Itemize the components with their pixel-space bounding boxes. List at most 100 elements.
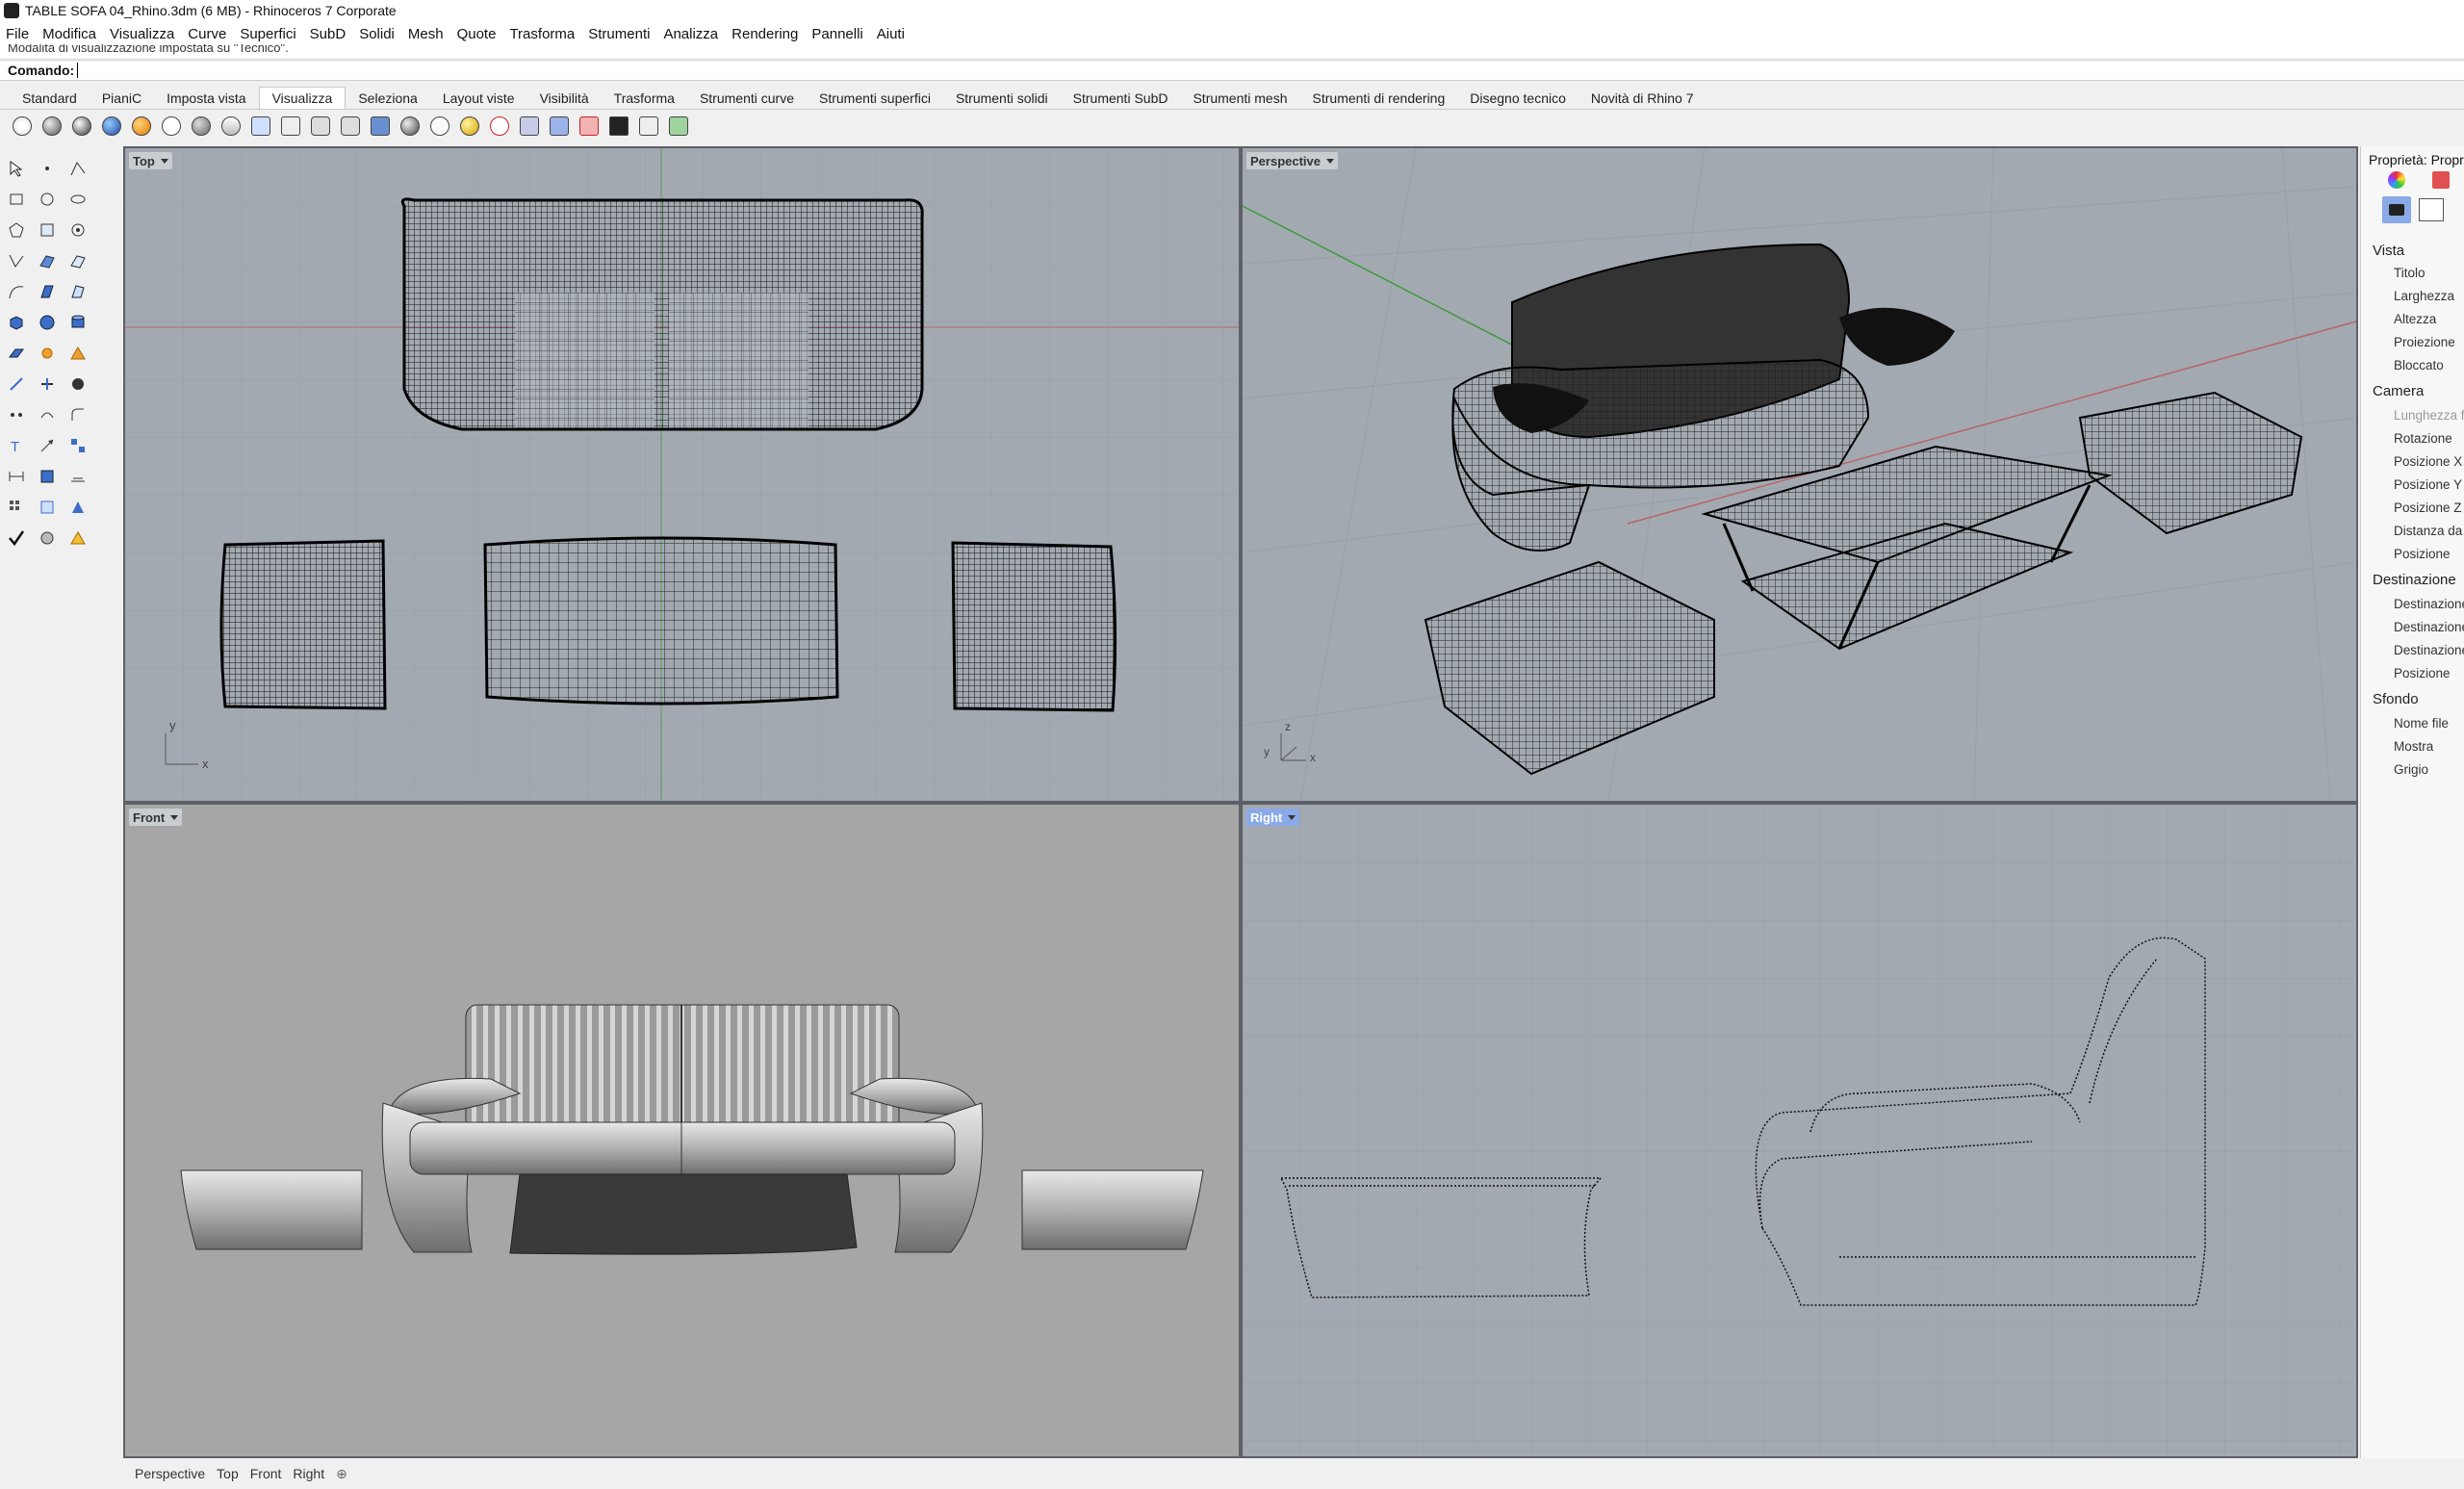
move-icon[interactable] — [35, 433, 60, 458]
analyze-icon[interactable] — [65, 495, 90, 520]
menu-aiuti[interactable]: Aiuti — [877, 26, 905, 42]
viewport-label-right[interactable]: Right — [1246, 809, 1300, 826]
color-wheel-icon[interactable] — [2388, 171, 2405, 189]
menu-quote[interactable]: Quote — [457, 26, 497, 42]
shaded-object-icon[interactable] — [398, 114, 423, 139]
rebuild-icon[interactable] — [35, 402, 60, 427]
render-preview-icon[interactable] — [248, 114, 273, 139]
technical-mode-icon[interactable] — [159, 114, 184, 139]
tab-disegno-tecnico[interactable]: Disegno tecnico — [1457, 88, 1578, 109]
viewport-front[interactable]: Front — [125, 805, 1239, 1456]
split-icon[interactable] — [35, 372, 60, 397]
render-icon[interactable] — [35, 526, 60, 551]
display-options-icon[interactable] — [666, 114, 691, 139]
menu-trasforma[interactable]: Trasforma — [509, 26, 575, 42]
section-vista[interactable]: Vista — [2373, 243, 2404, 259]
sphere-solid-icon[interactable] — [35, 310, 60, 335]
ellipse-icon[interactable] — [65, 187, 90, 212]
text-icon[interactable]: T — [4, 433, 29, 458]
artistic-mode-icon[interactable] — [189, 114, 214, 139]
viewport-box-icon[interactable] — [636, 114, 661, 139]
curve-tools-icon[interactable] — [65, 218, 90, 243]
polyline-tool-icon[interactable] — [4, 248, 29, 273]
menu-analizza[interactable]: Analizza — [663, 26, 718, 42]
polygon-icon[interactable] — [4, 218, 29, 243]
tab-visibilita[interactable]: Visibilità — [527, 88, 602, 109]
tab-strumenti-rendering[interactable]: Strumenti di rendering — [1300, 88, 1458, 109]
transform-icon[interactable] — [35, 495, 60, 520]
menu-pannelli[interactable]: Pannelli — [811, 26, 862, 42]
section-camera[interactable]: Camera — [2373, 383, 2424, 399]
tab-strumenti-solidi[interactable]: Strumenti solidi — [943, 88, 1061, 109]
menu-subd[interactable]: SubD — [310, 26, 346, 42]
rectangle-icon[interactable] — [4, 187, 29, 212]
loft-icon[interactable] — [35, 279, 60, 304]
curve-icon[interactable] — [4, 279, 29, 304]
menu-curve[interactable]: Curve — [188, 26, 226, 42]
command-line[interactable]: Comando: — [0, 60, 2464, 81]
tab-visualizza[interactable]: Visualizza — [258, 87, 346, 109]
tab-strumenti-superfici[interactable]: Strumenti superfici — [807, 88, 943, 109]
array-icon[interactable] — [65, 433, 90, 458]
viewport-tab-top[interactable]: Top — [217, 1466, 239, 1481]
menu-mesh[interactable]: Mesh — [408, 26, 444, 42]
menu-solidi[interactable]: Solidi — [359, 26, 395, 42]
monitor-icon[interactable] — [606, 114, 631, 139]
viewport-label-top[interactable]: Top — [129, 152, 172, 169]
viewport-tab-front[interactable]: Front — [250, 1466, 282, 1481]
tab-strumenti-subd[interactable]: Strumenti SubD — [1061, 88, 1181, 109]
mesh-icon[interactable] — [35, 464, 60, 489]
tab-seleziona[interactable]: Seleziona — [346, 88, 430, 109]
xray-mode-icon[interactable] — [129, 114, 154, 139]
join-icon[interactable] — [65, 372, 90, 397]
polyline-icon[interactable] — [65, 156, 90, 181]
viewport-right[interactable]: Right — [1243, 805, 2356, 1456]
tab-novita-rhino-7[interactable]: Novità di Rhino 7 — [1578, 88, 1707, 109]
viewport-perspective[interactable]: z y x Perspective — [1243, 148, 2356, 801]
tab-trasforma[interactable]: Trasforma — [602, 88, 687, 109]
material-tab-icon[interactable] — [2432, 171, 2450, 189]
menu-strumenti[interactable]: Strumenti — [588, 26, 650, 42]
fillet-icon[interactable] — [65, 402, 90, 427]
light-icon[interactable] — [457, 114, 482, 139]
ghosted-mode-icon[interactable] — [99, 114, 124, 139]
target-icon[interactable] — [487, 114, 512, 139]
viewport-tab-icon[interactable] — [2419, 198, 2444, 221]
command-input-caret[interactable] — [77, 63, 79, 78]
section-destinazione[interactable]: Destinazione — [2373, 572, 2456, 588]
rendered-mode-icon[interactable] — [69, 114, 94, 139]
menu-superfici[interactable]: Superfici — [240, 26, 295, 42]
drafting-icon[interactable] — [65, 464, 90, 489]
select-arrow-icon[interactable] — [4, 156, 29, 181]
zoom-extents-icon[interactable] — [278, 114, 303, 139]
tab-standard[interactable]: Standard — [10, 88, 90, 109]
camera-tab-icon[interactable] — [2382, 196, 2411, 223]
tab-pianic[interactable]: PianiC — [90, 88, 154, 109]
surface-edit-icon[interactable] — [65, 248, 90, 273]
wireframe-mode-icon[interactable] — [10, 114, 35, 139]
plane-icon[interactable] — [4, 341, 29, 366]
shaded-mode-icon[interactable] — [39, 114, 64, 139]
camera-target-icon[interactable] — [547, 114, 572, 139]
menu-rendering[interactable]: Rendering — [732, 26, 798, 42]
menu-file[interactable]: File — [6, 26, 29, 42]
delete-view-icon[interactable] — [577, 114, 602, 139]
zoom-window-icon[interactable] — [338, 114, 363, 139]
viewport-tab-perspective[interactable]: Perspective — [135, 1466, 205, 1481]
circle-icon[interactable] — [35, 187, 60, 212]
chevron-down-icon[interactable] — [170, 814, 179, 820]
viewport-top[interactable]: y x Top — [125, 148, 1239, 801]
menu-modifica[interactable]: Modifica — [42, 26, 96, 42]
boolean-icon[interactable] — [65, 341, 90, 366]
material-icon[interactable] — [65, 526, 90, 551]
camera-icon[interactable] — [517, 114, 542, 139]
array-grid-icon[interactable] — [4, 495, 29, 520]
trim-icon[interactable] — [4, 372, 29, 397]
menu-visualizza[interactable]: Visualizza — [110, 26, 174, 42]
points-on-icon[interactable] — [4, 402, 29, 427]
grid-sphere-icon[interactable] — [427, 114, 452, 139]
chevron-down-icon[interactable] — [1326, 158, 1334, 164]
tab-strumenti-mesh[interactable]: Strumenti mesh — [1180, 88, 1299, 109]
box-icon[interactable] — [4, 310, 29, 335]
sweep-icon[interactable] — [65, 279, 90, 304]
